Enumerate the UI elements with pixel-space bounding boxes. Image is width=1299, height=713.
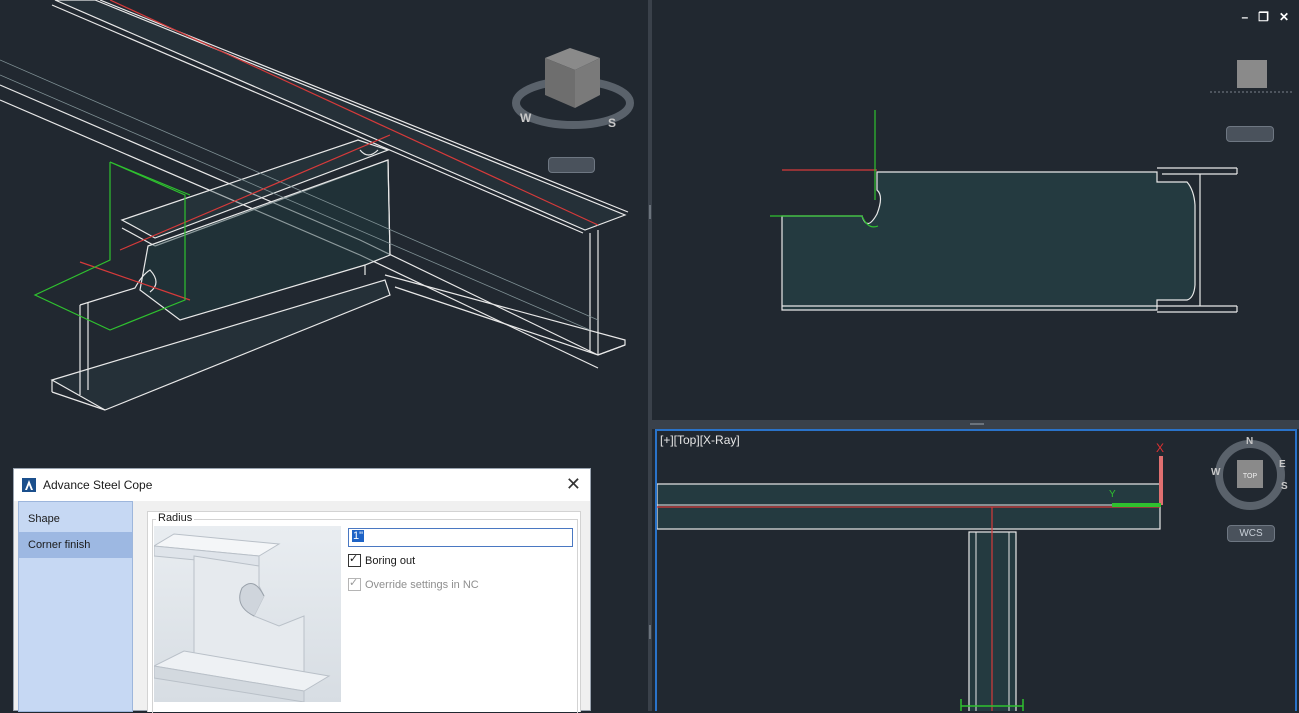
compass-s: S: [1281, 481, 1288, 492]
navcube-face-label: TOP: [1243, 473, 1258, 480]
cope-preview-image: [154, 526, 341, 702]
boring-out-check-icon[interactable]: ✓: [348, 553, 361, 567]
ucs-y-label: Y: [1109, 489, 1116, 500]
navcube-top[interactable]: TOP N E S W: [1211, 436, 1288, 510]
dialog-nav: Shape Corner finish: [18, 501, 133, 712]
compass-w: W: [520, 111, 532, 125]
dialog-title: Advance Steel Cope: [43, 478, 153, 492]
wcs-menu-button[interactable]: [548, 157, 595, 173]
nav-item-corner-finish[interactable]: Corner finish: [19, 532, 132, 558]
viewport-splitter-horizontal[interactable]: [652, 420, 1299, 429]
advance-steel-logo-icon: [22, 478, 36, 492]
override-nc-check-icon: ✓: [348, 577, 361, 591]
compass-e: E: [1279, 459, 1286, 470]
navcube-3d[interactable]: W S: [512, 48, 634, 130]
top-beam-drawing: X Y TOP N E S W: [657, 436, 1288, 711]
cope-dialog: Advance Steel Cope ✕ Shape Corner finish…: [13, 468, 591, 713]
nav-item-shape[interactable]: Shape: [19, 506, 132, 532]
boring-out-checkbox[interactable]: ✓ Boring out: [348, 553, 416, 567]
ucs-x-label: X: [1156, 441, 1164, 455]
override-nc-label: Override settings in NC: [365, 578, 479, 591]
radius-group-title: Radius: [156, 512, 195, 524]
compass-s: S: [608, 116, 616, 130]
viewport-front[interactable]: – ❐ ✕: [652, 0, 1299, 420]
navcube-front[interactable]: [1210, 60, 1292, 93]
radius-input[interactable]: 1": [348, 528, 573, 547]
front-beam-drawing: [770, 60, 1292, 313]
dialog-titlebar[interactable]: Advance Steel Cope ✕: [14, 469, 590, 501]
wcs-menu-button[interactable]: WCS: [1227, 525, 1275, 542]
override-nc-checkbox: ✓ Override settings in NC: [348, 577, 479, 591]
wcs-menu-button[interactable]: [1226, 126, 1274, 142]
dialog-panel: Radius 1" ✓ Boring out ✓ Override settin…: [147, 511, 581, 713]
dialog-close-button[interactable]: ✕: [566, 475, 581, 493]
compass-n: N: [1246, 436, 1253, 447]
compass-w: W: [1211, 467, 1221, 478]
boring-out-label: Boring out: [365, 554, 416, 567]
viewport-top-xray[interactable]: [+][Top][X-Ray] X Y TOP N E S W WCS: [655, 429, 1297, 711]
